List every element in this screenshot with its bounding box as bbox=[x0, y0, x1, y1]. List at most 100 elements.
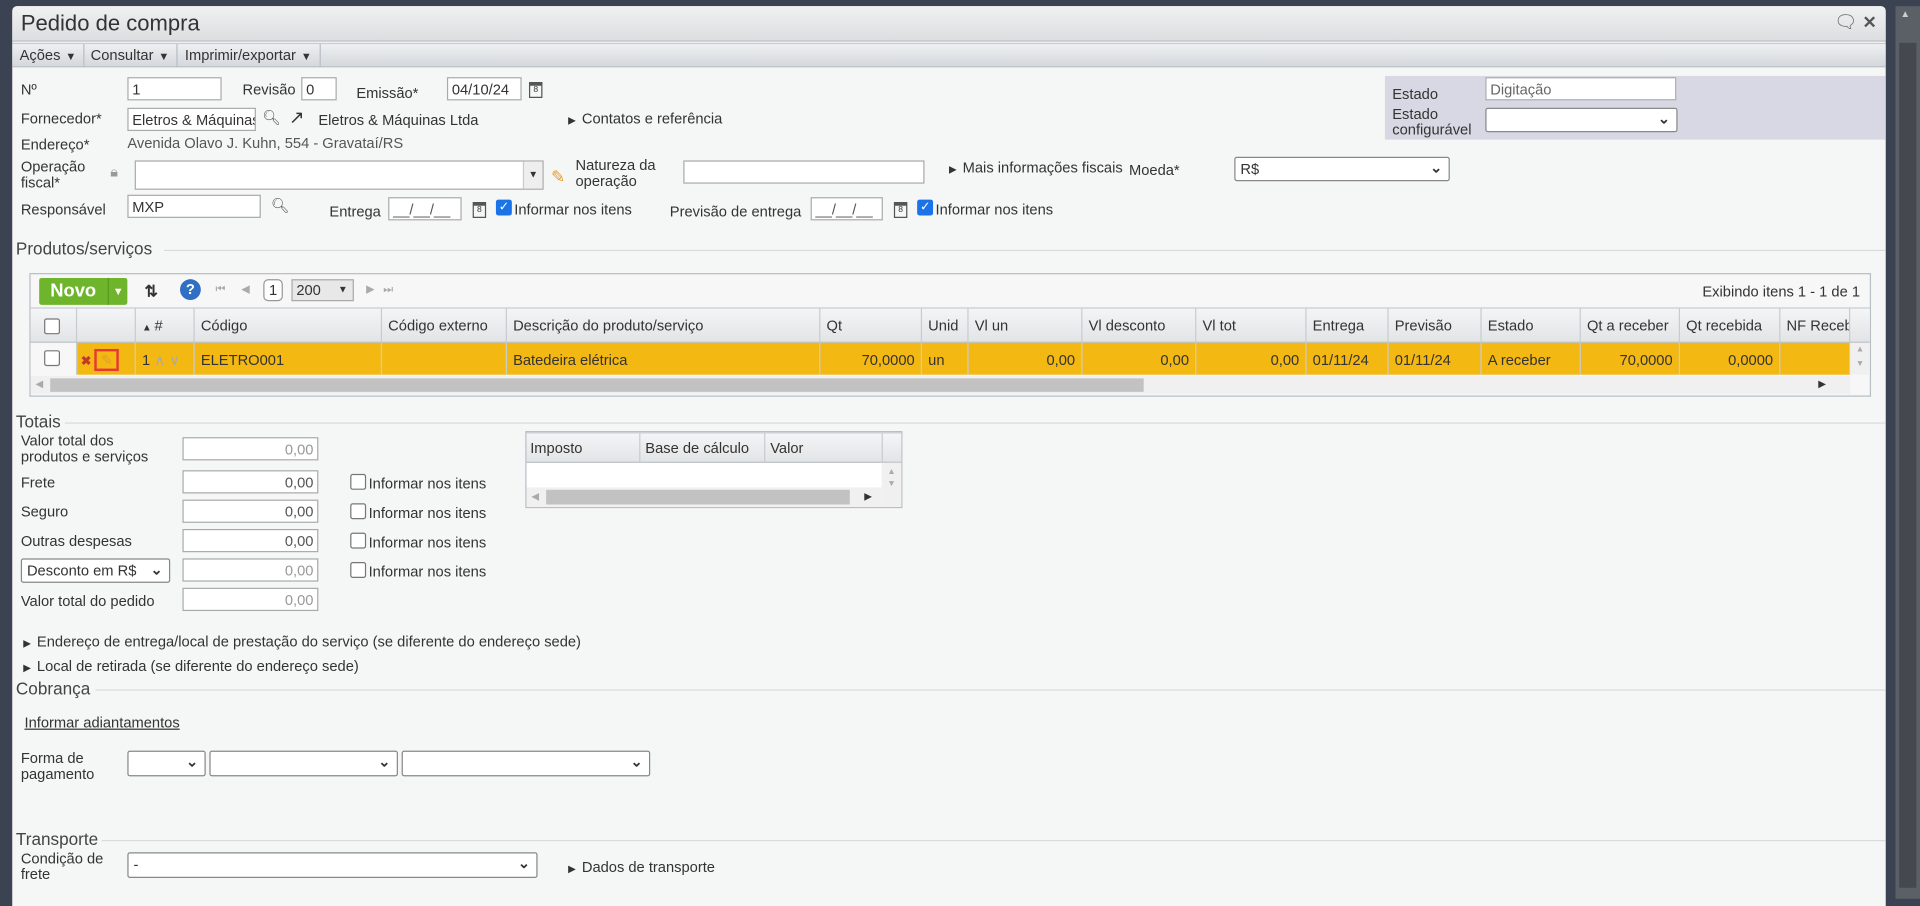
move-down-icon[interactable]: ∨ bbox=[169, 351, 180, 368]
moeda-select[interactable]: R$ ⌄ bbox=[1234, 156, 1450, 182]
valor-pedido-label: Valor total do pedido bbox=[20, 592, 155, 610]
local-retirada-link[interactable]: ▶ Local de retirada (se diferente do ende… bbox=[23, 658, 359, 675]
edit-pencil-icon[interactable]: ✎ bbox=[94, 348, 120, 372]
col-header-qt-recebida[interactable]: Qt recebida bbox=[1680, 308, 1781, 342]
natureza-input[interactable] bbox=[683, 160, 925, 184]
scrollbar-thumb[interactable] bbox=[546, 489, 850, 505]
imprimir-menu[interactable]: Imprimir/exportar ▼ bbox=[178, 44, 321, 68]
calendar-icon[interactable]: 8 bbox=[528, 82, 543, 98]
col-header-base[interactable]: Base de cálculo bbox=[640, 433, 766, 462]
purchase-order-window: Pedido de compra 🗨 ✕ Ações ▼ Consultar ▼ I… bbox=[12, 6, 1886, 906]
vertical-scrollbar[interactable]: ▲ ▼ bbox=[881, 462, 902, 507]
scroll-left-icon[interactable]: ◀ bbox=[531, 491, 539, 502]
col-header-estado[interactable]: Estado bbox=[1482, 308, 1581, 342]
seguro-informar-checkbox[interactable] bbox=[350, 503, 367, 520]
calendar-icon[interactable]: 8 bbox=[893, 202, 908, 218]
entrega-informar-checkbox[interactable]: ✓ bbox=[495, 199, 512, 216]
page-scrollbar[interactable]: ▲ bbox=[1895, 6, 1920, 899]
col-header-codigo-externo[interactable]: Código externo bbox=[382, 308, 507, 342]
col-header-qt-receber[interactable]: Qt a receber bbox=[1581, 308, 1681, 342]
search-icon[interactable]: 🔍︎ bbox=[271, 197, 290, 214]
col-header-vl-desconto[interactable]: Vl desconto bbox=[1082, 308, 1197, 342]
condicao-frete-select[interactable]: - ⌄ bbox=[127, 852, 538, 878]
last-page-icon[interactable]: ⏭ bbox=[383, 283, 393, 296]
close-icon[interactable]: ✕ bbox=[1862, 12, 1876, 33]
table-row[interactable]: ✖ ✎ 1 ∧ ∨ ELETRO001 Batedeira elétrica 70… bbox=[77, 342, 1851, 375]
forma-pagamento-select-1[interactable]: ⌄ bbox=[127, 750, 206, 777]
comment-icon[interactable]: 🗨 bbox=[1834, 11, 1857, 33]
refresh-icon[interactable]: ⇅ bbox=[144, 282, 157, 302]
estado-input[interactable]: Digitação bbox=[1485, 77, 1677, 101]
desconto-tipo-select[interactable]: Desconto em R$ ⌄ bbox=[20, 558, 171, 583]
endereco-entrega-link[interactable]: ▶ Endereço de entrega/local de prestação … bbox=[23, 633, 581, 650]
search-icon[interactable]: 🔍︎ bbox=[262, 109, 281, 126]
col-header-descricao[interactable]: Descrição do produto/serviço bbox=[507, 308, 821, 342]
col-header-vl-un[interactable]: Vl un bbox=[969, 308, 1083, 342]
outras-informar-checkbox[interactable] bbox=[350, 532, 367, 549]
caret-down-icon[interactable]: ▼ bbox=[107, 277, 128, 305]
forma-pagamento-select-3[interactable]: ⌄ bbox=[401, 750, 651, 777]
revisao-input[interactable]: 0 bbox=[301, 77, 337, 101]
delete-icon[interactable]: ✖ bbox=[81, 355, 91, 368]
move-up-icon[interactable]: ∧ bbox=[154, 351, 165, 368]
entrega-input[interactable]: __/__/__ bbox=[388, 197, 462, 221]
fornecedor-input[interactable]: Eletros & Máquinas bbox=[127, 107, 256, 132]
frete-informar-checkbox[interactable] bbox=[350, 473, 367, 490]
prev-page-icon[interactable]: ◀ bbox=[241, 283, 249, 296]
col-header-unid[interactable]: Unid bbox=[922, 308, 969, 342]
calendar-icon[interactable]: 8 bbox=[472, 202, 487, 218]
toolbar: Ações ▼ Consultar ▼ Imprimir/exportar ▼ bbox=[12, 42, 1886, 68]
horizontal-scrollbar[interactable]: ◀ ▶ bbox=[526, 487, 882, 507]
col-header-nf-receb[interactable]: NF Receb bbox=[1780, 308, 1851, 342]
dropdown-arrow-icon[interactable]: ▼ bbox=[522, 161, 543, 189]
actions-header bbox=[77, 308, 136, 342]
help-icon[interactable]: ? bbox=[180, 279, 201, 301]
col-header-qt[interactable]: Qt bbox=[820, 308, 923, 342]
col-header-valor[interactable]: Valor bbox=[765, 433, 883, 462]
contatos-link[interactable]: ▶ Contatos e referência bbox=[568, 110, 722, 127]
previsao-informar-checkbox[interactable]: ✓ bbox=[917, 199, 934, 216]
scrollbar-thumb[interactable] bbox=[50, 378, 1144, 392]
responsavel-input[interactable]: MXP bbox=[127, 194, 261, 218]
frete-input[interactable]: 0,00 bbox=[182, 470, 319, 494]
first-page-icon[interactable]: ⏮ bbox=[216, 283, 226, 296]
select-all-checkbox[interactable] bbox=[44, 318, 61, 335]
forma-pagamento-select-2[interactable]: ⌄ bbox=[209, 750, 398, 777]
numero-input[interactable]: 1 bbox=[127, 77, 222, 101]
consultar-menu[interactable]: Consultar ▼ bbox=[83, 44, 178, 68]
seguro-input[interactable]: 0,00 bbox=[182, 499, 319, 523]
previsao-input[interactable]: __/__/__ bbox=[810, 197, 883, 221]
next-page-icon[interactable]: ▶ bbox=[366, 283, 374, 296]
col-header-previsao[interactable]: Previsão bbox=[1389, 308, 1482, 342]
desconto-input[interactable]: 0,00 bbox=[182, 558, 319, 582]
vertical-scrollbar[interactable]: ▲ ▼ bbox=[1850, 342, 1870, 375]
informar-adiantamentos-link[interactable]: Informar adiantamentos bbox=[24, 714, 179, 731]
outras-input[interactable]: 0,00 bbox=[182, 528, 319, 553]
col-header-codigo[interactable]: Código bbox=[195, 308, 383, 342]
col-header-entrega[interactable]: Entrega bbox=[1307, 308, 1389, 342]
page-size-select[interactable]: 200 ▼ bbox=[291, 279, 354, 302]
scrollbar-thumb[interactable] bbox=[1899, 42, 1917, 888]
mais-info-fiscais-link[interactable]: ▶ Mais informações fiscais bbox=[949, 159, 1123, 176]
page-input[interactable]: 1 bbox=[263, 279, 283, 302]
emissao-input[interactable]: 04/10/24 bbox=[446, 77, 522, 101]
page-size-value: 200 bbox=[296, 281, 321, 299]
pencil-icon[interactable]: ✎ bbox=[551, 167, 565, 188]
desconto-informar-checkbox[interactable] bbox=[350, 562, 367, 578]
novo-button[interactable]: Novo ▼ bbox=[39, 277, 128, 305]
scroll-right-icon[interactable]: ▶ bbox=[864, 491, 872, 502]
col-header-imposto[interactable]: Imposto bbox=[527, 433, 641, 462]
col-header-number[interactable]: ▲ # bbox=[136, 308, 195, 342]
impostos-header: Imposto Base de cálculo Valor bbox=[526, 432, 902, 463]
horizontal-scrollbar[interactable]: ◀ ▶ bbox=[30, 375, 1851, 395]
dados-transporte-link[interactable]: ▶ Dados de transporte bbox=[568, 858, 715, 875]
scroll-left-icon[interactable]: ◀ bbox=[36, 378, 44, 389]
external-link-icon[interactable]: ↗ bbox=[289, 107, 304, 129]
operacao-fiscal-select[interactable]: ▼ bbox=[134, 160, 544, 190]
acoes-menu[interactable]: Ações ▼ bbox=[12, 44, 85, 68]
scroll-up-icon[interactable]: ▲ bbox=[1900, 9, 1910, 20]
col-header-vl-tot[interactable]: Vl tot bbox=[1196, 308, 1307, 342]
estado-configuravel-select[interactable]: ⌄ bbox=[1485, 107, 1678, 133]
scroll-right-icon[interactable]: ▶ bbox=[1818, 378, 1826, 389]
row-checkbox[interactable] bbox=[44, 350, 61, 367]
